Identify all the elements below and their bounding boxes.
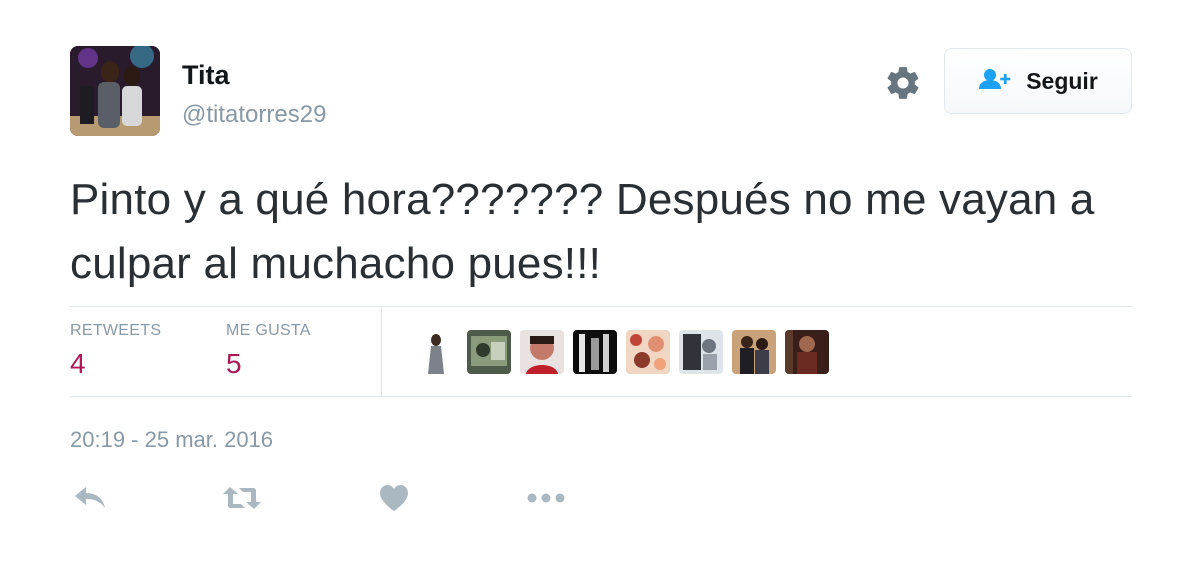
reply-button[interactable]: [70, 484, 110, 516]
liker-avatar[interactable]: [626, 330, 670, 374]
likes-stat[interactable]: ME GUSTA 5: [226, 322, 311, 380]
stats-top-divider: [70, 306, 1132, 307]
retweets-stat[interactable]: RETWEETS 4: [70, 322, 161, 380]
gear-icon[interactable]: [884, 64, 922, 102]
liker-avatar[interactable]: [520, 330, 564, 374]
liker-avatars: [414, 330, 829, 374]
more-button[interactable]: [526, 484, 566, 516]
reply-icon: [73, 485, 107, 516]
likes-label: ME GUSTA: [226, 322, 311, 339]
tweet-text: Pinto y a qué hora??????? Después no me …: [70, 175, 1095, 288]
user-name[interactable]: Tita: [182, 60, 230, 91]
stats-vertical-divider: [381, 307, 382, 396]
add-user-icon: [978, 68, 1012, 95]
liker-avatar[interactable]: [679, 330, 723, 374]
retweet-button[interactable]: [222, 484, 262, 516]
like-icon: [379, 484, 409, 517]
retweets-label: RETWEETS: [70, 322, 162, 339]
liker-avatar[interactable]: [573, 330, 617, 374]
like-button[interactable]: [374, 484, 414, 516]
follow-label: Seguir: [1026, 67, 1098, 94]
liker-avatar[interactable]: [467, 330, 511, 374]
retweet-icon: [222, 485, 262, 516]
liker-avatar[interactable]: [785, 330, 829, 374]
tweet-card: Tita @titatorres29 Seguir Pinto y a qué …: [0, 0, 1200, 572]
follow-button[interactable]: Seguir: [944, 48, 1132, 114]
stats-bottom-divider: [70, 396, 1132, 397]
liker-avatar[interactable]: [732, 330, 776, 374]
user-handle[interactable]: @titatorres29: [182, 101, 326, 129]
liker-avatar[interactable]: [414, 330, 458, 374]
tweet-timestamp[interactable]: 20:19 - 25 mar. 2016: [70, 427, 273, 453]
likes-count: 5: [226, 348, 242, 379]
more-icon: [526, 491, 566, 509]
user-avatar[interactable]: [70, 46, 160, 136]
retweets-count: 4: [70, 348, 86, 379]
